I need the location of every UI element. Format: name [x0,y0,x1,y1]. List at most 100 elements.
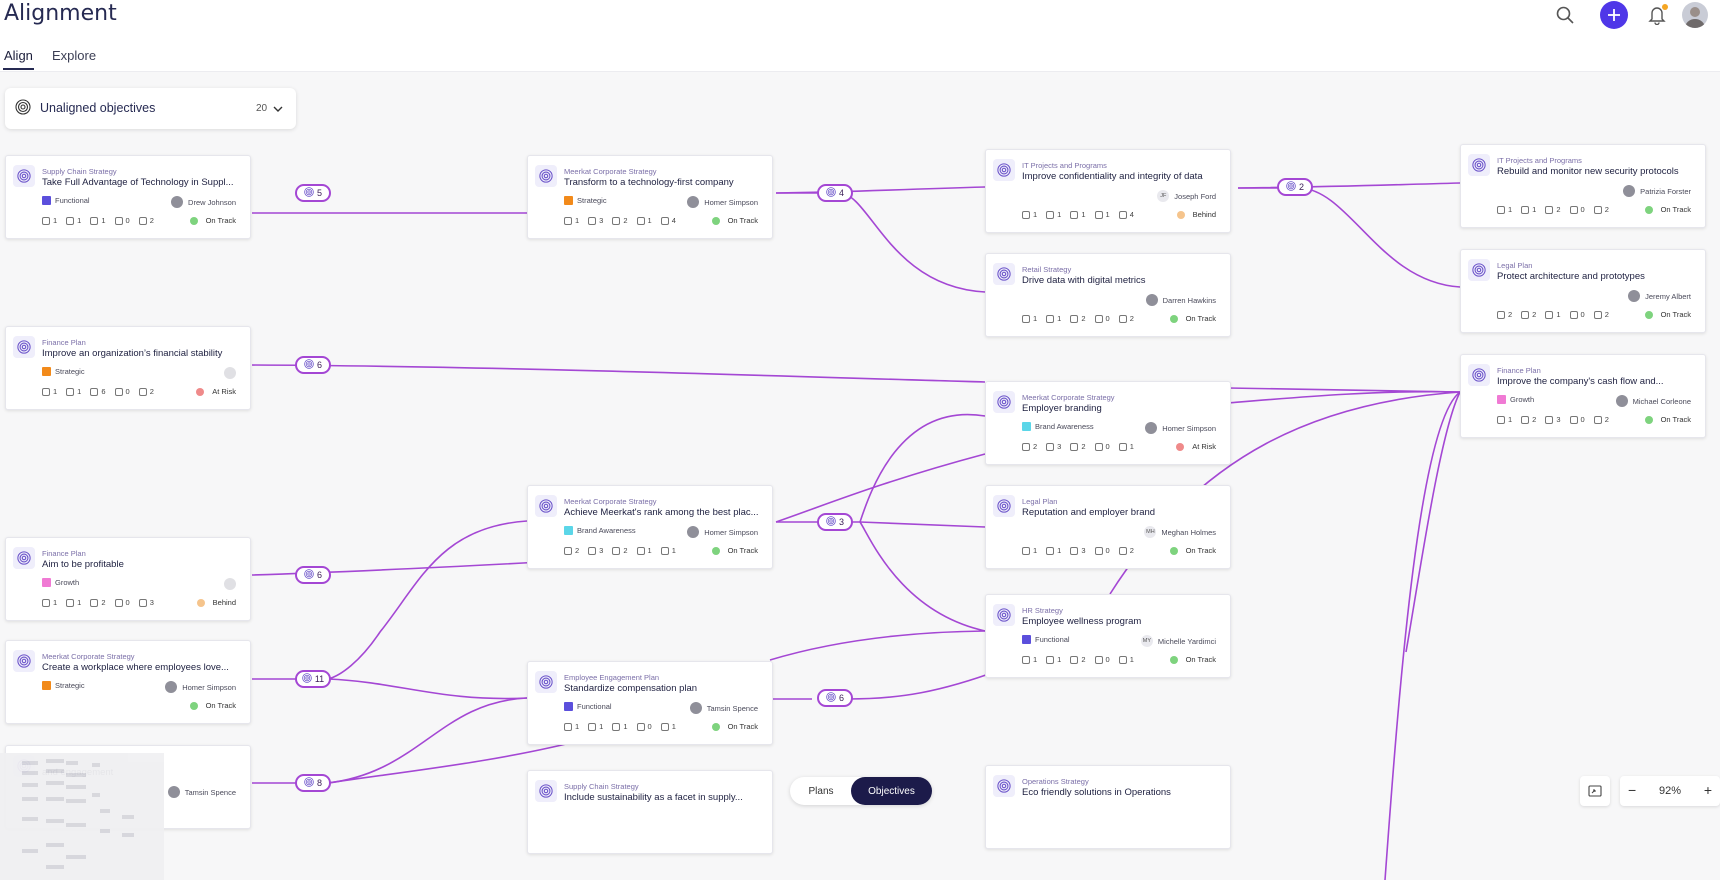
comment-stat-icon [636,546,645,555]
objective-card[interactable]: Finance Plan Improve the company's cash f… [1460,354,1706,438]
owner-avatar-placeholder [224,578,236,590]
card-stat: 1 [1094,210,1110,219]
tab-explore[interactable]: Explore [52,48,96,63]
card-owner-name: Homer Simpson [1162,423,1216,433]
objective-card[interactable]: Legal Plan Protect architecture and proto… [1460,249,1706,333]
notifications-button[interactable] [1644,2,1670,28]
card-status: On Track [189,701,236,710]
status-dot [711,546,720,555]
note-stat-icon [1118,655,1127,664]
card-stat: 3 [1070,546,1086,555]
card-stat: 1 [66,387,81,396]
target-stat-icon [1022,442,1030,451]
objective-card[interactable]: Retail Strategy Drive data with digital m… [985,253,1231,337]
objective-card[interactable]: HR Strategy Employee wellness program Func… [985,594,1231,678]
hierarchy-stat-icon [1046,546,1055,555]
unaligned-objectives-dropdown[interactable]: Unaligned objectives 20 [5,88,296,129]
objective-card[interactable]: Finance Plan Improve an organization’s fi… [5,326,251,410]
toggle-plans[interactable]: Plans [790,777,852,805]
hierarchy-stat-icon [1521,415,1530,424]
objective-card[interactable]: IT Projects and Programs Rebuild and moni… [1460,144,1706,228]
checkin-stat-icon [1545,205,1554,214]
owner-avatar: MH [1144,526,1157,538]
objective-card[interactable]: Legal Plan Reputation and employer brand M… [985,485,1231,569]
card-stats: 23201 [1022,442,1143,451]
alignment-count-badge[interactable]: 5 [295,184,331,202]
card-plan-name: Operations Strategy [1022,777,1089,786]
alignment-count-badge[interactable]: 2 [1277,178,1313,196]
objective-card[interactable]: Operations Strategy Eco friendly solution… [985,765,1231,849]
tag-swatch [42,578,51,587]
objective-card[interactable]: Supply Chain Strategy Include sustainabil… [527,770,773,854]
comment-stat-icon [114,387,123,396]
objective-target-icon [1468,364,1490,386]
hierarchy-stat-icon [1521,310,1530,319]
card-status: On Track [1169,314,1216,323]
card-stats: 11101 [564,722,685,731]
checkin-stat-icon [1070,442,1079,451]
toggle-objectives[interactable]: Objectives [851,777,932,805]
owner-avatar-placeholder [224,367,236,379]
target-icon [15,99,31,120]
alignment-count-badge[interactable]: 3 [817,513,853,531]
card-title: Drive data with digital metrics [1022,275,1146,286]
card-status: On Track [1169,655,1216,664]
objective-card[interactable]: Meerkat Corporate Strategy Create a workp… [5,640,251,724]
note-stat-icon [660,216,669,225]
card-status: On Track [1644,310,1691,319]
card-stat: 1 [1022,210,1037,219]
objective-target-icon [535,165,557,187]
objective-card[interactable]: Supply Chain Strategy Take Full Advantage… [5,155,251,239]
zoom-out-button[interactable]: − [1628,782,1636,798]
search-icon[interactable] [1552,2,1578,28]
tab-align[interactable]: Align [3,48,34,70]
objective-card[interactable]: Meerkat Corporate Strategy Achieve Meerka… [527,485,773,569]
objective-target-icon [993,159,1015,181]
fit-to-screen-button[interactable] [1580,776,1610,806]
card-stat: 2 [138,216,154,225]
target-icon [1286,181,1299,193]
target-stat-icon [1497,415,1505,424]
card-tag: Brand Awareness [1022,422,1094,431]
alignment-count-badge[interactable]: 6 [295,356,331,374]
alignment-count-badge[interactable]: 8 [295,774,331,792]
card-owner-name: Jeremy Albert [1645,291,1691,301]
objective-card[interactable]: Meerkat Corporate Strategy Employer brand… [985,381,1231,465]
alignment-count-badge[interactable]: 11 [295,670,331,688]
add-button[interactable] [1600,1,1628,29]
objective-card[interactable]: Finance Plan Aim to be profitable Growth 1 1… [5,537,251,621]
alignment-canvas[interactable]: Unaligned objectives 20 Supply Chain Str… [0,72,1720,880]
card-title: Aim to be profitable [42,559,124,570]
card-status: At Risk [196,387,236,396]
objective-card[interactable]: IT Projects and Programs Improve confiden… [985,149,1231,233]
card-stats: 11114 [1022,210,1143,219]
card-status-label: On Track [1185,655,1216,664]
card-status-label: Behind [212,598,236,607]
user-avatar[interactable] [1682,2,1708,28]
alignment-count-badge[interactable]: 6 [817,689,853,707]
card-owner: Homer Simpson [1145,422,1216,434]
alignment-count-badge[interactable]: 6 [295,566,331,584]
zoom-in-button[interactable]: + [1704,782,1712,798]
badge-count: 8 [316,778,322,788]
checkin-stat-icon [1070,314,1079,323]
objective-target-icon [13,547,35,569]
page-title: Alignment [4,1,117,26]
card-owner [224,367,236,379]
objective-card[interactable]: Employee Engagement Plan Standardize comp… [527,661,773,745]
target-icon [302,673,315,685]
card-stats: 22102 [1497,310,1618,319]
card-plan-name: Meerkat Corporate Strategy [42,652,135,661]
alignment-count-badge[interactable]: 4 [817,184,853,202]
checkin-stat-icon [1545,310,1554,319]
objective-card[interactable]: Meerkat Corporate Strategy Transform to a… [527,155,773,239]
card-tag-label: Brand Awareness [577,526,636,535]
objective-target-icon [993,391,1015,413]
objective-target-icon [993,604,1015,626]
checkin-stat-icon [90,598,99,607]
note-stat-icon [1118,546,1127,555]
card-title: Standardize compensation plan [564,683,698,694]
card-title: Create a workplace where employees love.… [42,662,229,673]
badge-count: 11 [314,674,325,684]
minimap[interactable] [0,753,164,880]
